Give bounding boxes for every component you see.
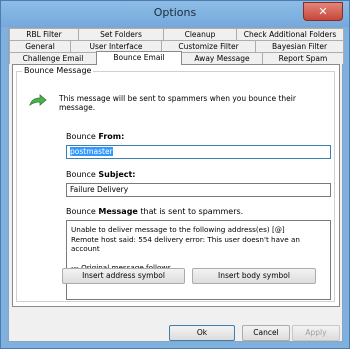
from-value: postmaster	[70, 147, 113, 156]
from-field[interactable]: postmaster	[66, 145, 331, 159]
tab-rbl-filter[interactable]: RBL Filter	[9, 28, 79, 40]
group-label: Bounce Message	[22, 66, 94, 75]
close-icon: ✕	[318, 5, 328, 18]
from-label: Bounce From:	[66, 132, 125, 141]
tab-cleanup[interactable]: Cleanup	[163, 28, 237, 40]
subject-field[interactable]: Failure Delivery	[66, 183, 331, 197]
insert-body-symbol-button[interactable]: Insert body symbol	[192, 268, 316, 284]
tab-report-spam[interactable]: Report Spam	[262, 52, 344, 64]
ok-button[interactable]: Ok	[169, 325, 235, 341]
tab-check-additional-folders[interactable]: Check Additional Folders	[236, 28, 344, 40]
title-bar[interactable]: Options ✕	[1, 1, 349, 27]
message-line: account	[71, 244, 100, 254]
window-title: Options	[153, 6, 197, 19]
tab-row-3: Challenge Email Bounce Email Away Messag…	[9, 51, 344, 65]
message-line: Unable to deliver message to the followi…	[71, 225, 285, 234]
message-label: Bounce Message that is sent to spammers.	[66, 207, 244, 216]
green-arrow-icon	[29, 94, 47, 107]
bounce-description: This message will be sent to spammers wh…	[59, 94, 296, 112]
tab-challenge-email[interactable]: Challenge Email	[9, 52, 97, 64]
tab-bounce-email[interactable]: Bounce Email	[96, 51, 182, 65]
message-textarea[interactable]: Unable to deliver message to the followi…	[66, 220, 331, 300]
tab-row-1: RBL Filter Set Folders Cleanup Check Add…	[9, 28, 344, 40]
cancel-button[interactable]: Cancel	[242, 325, 290, 341]
apply-button[interactable]: Apply	[292, 325, 340, 341]
tab-bayesian-filter[interactable]: Bayesian Filter	[255, 40, 344, 52]
options-window: Options ✕ RBL Filter Set Folders Cleanup…	[0, 0, 350, 349]
close-button[interactable]: ✕	[303, 2, 343, 21]
tab-general[interactable]: General	[9, 40, 71, 52]
dialog-client: RBL Filter Set Folders Cleanup Check Add…	[8, 27, 344, 342]
message-line	[71, 254, 326, 264]
tab-set-folders[interactable]: Set Folders	[78, 28, 164, 40]
subject-label: Bounce Subject:	[66, 170, 136, 179]
tab-away-message[interactable]: Away Message	[181, 52, 263, 64]
insert-address-symbol-button[interactable]: Insert address symbol	[62, 268, 185, 284]
message-line: Remote host said: 554 delivery error: Th…	[71, 234, 300, 244]
